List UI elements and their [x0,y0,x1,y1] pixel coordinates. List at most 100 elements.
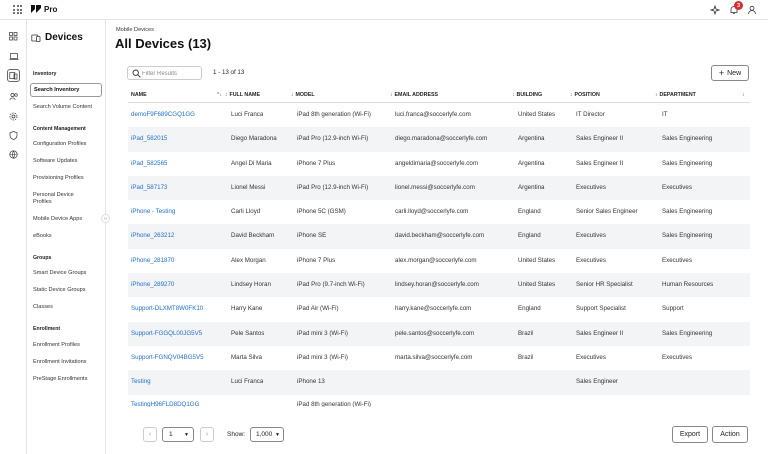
chevron-left-icon: ‹ [148,431,152,438]
cell-position: IT Director [576,111,605,118]
dashboard-icon[interactable] [7,30,20,43]
column-header-full-name[interactable]: ↕ FULL NAME [225,92,260,98]
cell-email: angeldimaria@soccerlyfe.com [395,159,478,167]
table-row[interactable]: iPhone_281870 Alex Morgan iPhone 7 Plus ale… [128,249,750,273]
cell-name[interactable]: iPad_582565 [131,160,167,167]
cell-full-name: Luci Franca [231,111,264,118]
cell-name[interactable]: iPhone - Testing [131,208,175,215]
cell-name[interactable]: demoF9F689CGQ1GG [131,111,195,118]
sort-icon[interactable]: ↕ [742,92,745,98]
table-row[interactable]: demoF9F689CGQ1GG Luci Franca iPad 8th gene… [128,103,750,127]
table-row[interactable]: TestingH96FLD8DQ1GG iPad 8th generation (… [128,395,750,407]
collapse-nav-button[interactable]: ‹‹ [101,214,110,223]
table-row[interactable]: iPad_587173 Lionel Messi iPad Pro (12.9-in… [128,175,750,201]
computers-icon[interactable] [7,50,20,63]
cell-name[interactable]: Testing [131,378,151,385]
cell-name[interactable]: iPad_587173 [131,184,167,191]
cell-name[interactable]: iPad_582015 [131,135,167,142]
new-button[interactable]: + New [711,65,749,81]
cell-position: Executives [576,232,606,240]
plus-icon: + [718,68,725,78]
search-box[interactable] [127,66,202,80]
cell-name[interactable]: iPhone_281870 [131,257,174,264]
nav-section-groups: Groups [33,255,52,261]
table-row[interactable]: iPhone - Testing Carli Lloyd iPhone 5C (GS… [128,200,750,224]
nav-item-personal-device-profiles[interactable]: Personal Device Profiles [33,192,85,206]
next-page-button[interactable]: › [200,427,214,442]
nav-item-search-volume-content[interactable]: Search Volume Content [33,104,101,111]
cell-name[interactable]: Support-FGGQL00JG5V5 [131,330,202,337]
table-row[interactable]: Support-DLXMT8W0FK10 Harry Kane iPad Air (… [128,297,750,321]
table-row[interactable]: iPad_582015 Diego Maradona iPad Pro (12.9-… [128,127,750,152]
sort-asc-icon[interactable]: ^↓ [217,92,222,98]
column-header-name[interactable]: NAME [131,92,147,98]
column-header-email[interactable]: ↕ EMAIL ADDRESS [390,92,438,98]
action-button[interactable]: Action [712,426,748,443]
user-profile-icon[interactable] [745,3,758,16]
top-bar: Pro 3 [0,0,768,20]
table-row[interactable]: iPhone_263212 David Beckham iPhone SE david… [128,224,750,249]
sort-icon: ↕ [291,92,294,98]
app-grid-icon[interactable] [13,5,22,14]
cell-building: England [518,232,541,240]
prev-page-button[interactable]: ‹ [143,427,157,442]
shield-icon[interactable] [7,129,20,142]
cell-department: Executives [662,256,692,264]
cell-department: Sales Engineering [662,329,713,337]
table-row[interactable]: Support-FGNQV04BG5V5 Marta Silva iPad mini… [128,346,750,370]
search-input[interactable] [142,69,200,78]
nav-item-mobile-device-apps[interactable]: Mobile Device Apps [33,216,101,223]
cell-position: Sales Engineer II [576,329,624,337]
show-label: Show: [227,431,246,438]
column-header-model[interactable]: ↕ MODEL [291,92,315,98]
column-header-position[interactable]: ↕ POSITION [570,92,600,98]
column-header-department[interactable]: ↕ DEPARTMENT [655,92,696,98]
cell-building: Argentina [518,183,545,191]
nav-item-enrollment-profiles[interactable]: Enrollment Profiles [33,342,101,349]
cell-position: Executives [576,353,606,361]
column-header-building[interactable]: ↕ BUILDING [512,92,542,98]
cell-position: Support Specialist [576,305,626,313]
cell-position: Senior HR Specialist [576,281,633,289]
cell-model: iPad 8th generation (Wi-Fi) [297,400,371,407]
page-size-select[interactable]: 1,000 ▼ [250,427,284,442]
export-button[interactable]: Export [672,426,708,443]
nav-item-configuration-profiles[interactable]: Configuration Profiles [33,141,101,148]
cell-full-name: Lionel Messi [231,183,266,191]
nav-item-smart-device-groups[interactable]: Smart Device Groups [33,270,101,277]
cell-name[interactable]: Support-DLXMT8W0FK10 [131,305,203,312]
notification-badge: 3 [734,1,743,10]
cell-name[interactable]: iPhone_263212 [131,232,174,239]
nav-item-provisioning-profiles[interactable]: Provisioning Profiles [33,175,101,182]
users-icon[interactable] [7,90,20,103]
globe-icon[interactable] [7,148,20,161]
cell-full-name: David Beckham [231,232,275,240]
nav-item-software-updates[interactable]: Software Updates [33,158,101,165]
nav-item-ebooks[interactable]: eBooks [33,233,101,240]
cell-model: iPad 8th generation (Wi-Fi) [297,111,371,118]
mobile-devices-icon[interactable] [7,69,20,82]
cell-position: Executives [576,183,606,191]
settings-icon[interactable] [7,110,20,123]
table-row[interactable]: Testing Luci Franca iPhone 13 Sales Enginee… [128,370,750,395]
nav-item-search-inventory[interactable]: Search Inventory [30,83,102,97]
table-row[interactable]: Support-FGGQL00JG5V5 Pele Santos iPad mini… [128,321,750,346]
nav-item-classes[interactable]: Classes [33,304,101,311]
table-row[interactable]: iPhone_289270 Lindsey Horan iPad Pro (9.7-… [128,273,750,298]
cell-name[interactable]: Support-FGNQV04BG5V5 [131,354,204,361]
cell-department: IT [662,111,668,118]
cell-department: Executives [662,353,692,361]
cell-name[interactable]: TestingH96FLD8DQ1GG [131,401,199,407]
cell-full-name: Harry Kane [231,305,263,313]
sparkle-icon[interactable] [708,3,721,16]
nav-item-prestage-enrollments[interactable]: PreStage Enrollments [33,376,101,383]
cell-department: Sales Engineering [662,208,713,216]
table-row[interactable]: iPad_582565 Angel Di Maria iPhone 7 Plus an… [128,152,750,176]
page-select[interactable]: 1 ▼ [162,427,194,442]
sort-icon: ↕ [570,92,573,98]
nav-item-enrollment-invitations[interactable]: Enrollment Invitations [33,359,101,366]
nav-item-static-device-groups[interactable]: Static Device Groups [33,287,101,294]
cell-name[interactable]: iPhone_289270 [131,281,174,288]
table-body: demoF9F689CGQ1GG Luci Franca iPad 8th gene… [128,103,750,407]
breadcrumb[interactable]: Mobile Devices [116,27,154,33]
